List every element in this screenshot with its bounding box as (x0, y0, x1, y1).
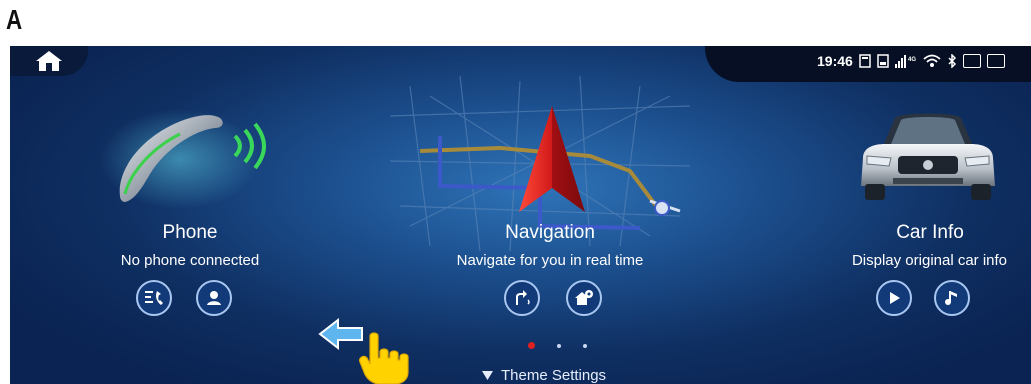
page-indicator[interactable] (528, 342, 587, 349)
car-info-subtitle: Display original car info (851, 252, 1008, 269)
theme-settings-toggle[interactable]: Theme Settings (482, 367, 606, 384)
triangle-down-icon (482, 371, 493, 380)
head-unit-screen: 19:46 4G Phone No phone connected Naviga… (10, 46, 1031, 384)
status-bar: 19:46 4G (705, 46, 1031, 82)
page-dot[interactable] (557, 343, 561, 348)
voice-guidance-button[interactable] (504, 280, 540, 316)
music-note-icon (945, 291, 957, 305)
contacts-button[interactable] (196, 280, 232, 316)
page-dot[interactable] (583, 343, 587, 348)
usb-icon (877, 54, 889, 68)
phone-subtitle: No phone connected (120, 252, 260, 269)
phone-handset-icon[interactable] (95, 104, 285, 212)
home-icon[interactable] (34, 49, 64, 73)
figure-label: A (6, 4, 23, 35)
music-button[interactable] (934, 280, 970, 316)
turn-voice-icon (516, 290, 530, 305)
navigation-arrow-icon[interactable] (517, 104, 587, 216)
home-destination-button[interactable] (566, 280, 602, 316)
theme-settings-label: Theme Settings (501, 367, 607, 384)
car-info-title[interactable]: Car Info (855, 222, 1005, 244)
page-dot-active[interactable] (528, 342, 535, 349)
top-left-bar (10, 46, 88, 76)
bluetooth-icon (948, 54, 956, 68)
play-button[interactable] (876, 280, 912, 316)
hand-pointer-icon (359, 332, 409, 384)
navigation-title[interactable]: Navigation (460, 222, 640, 244)
window-icon[interactable] (986, 54, 1005, 68)
call-log-button[interactable] (136, 280, 172, 316)
play-icon (890, 292, 900, 304)
contact-person-icon (207, 291, 221, 305)
car-icon[interactable] (853, 108, 1003, 206)
call-log-icon (145, 291, 163, 305)
wifi-icon (923, 54, 941, 67)
navigation-subtitle: Navigate for you in real time (456, 252, 644, 269)
home-pin-icon (575, 290, 593, 305)
signal-4g-icon: 4G (894, 55, 916, 68)
svg-text:4G: 4G (908, 57, 916, 63)
phone-title[interactable]: Phone (105, 222, 275, 244)
close-window-icon[interactable] (962, 54, 981, 68)
clock: 19:46 (817, 53, 853, 69)
sd-card-icon (859, 54, 871, 68)
